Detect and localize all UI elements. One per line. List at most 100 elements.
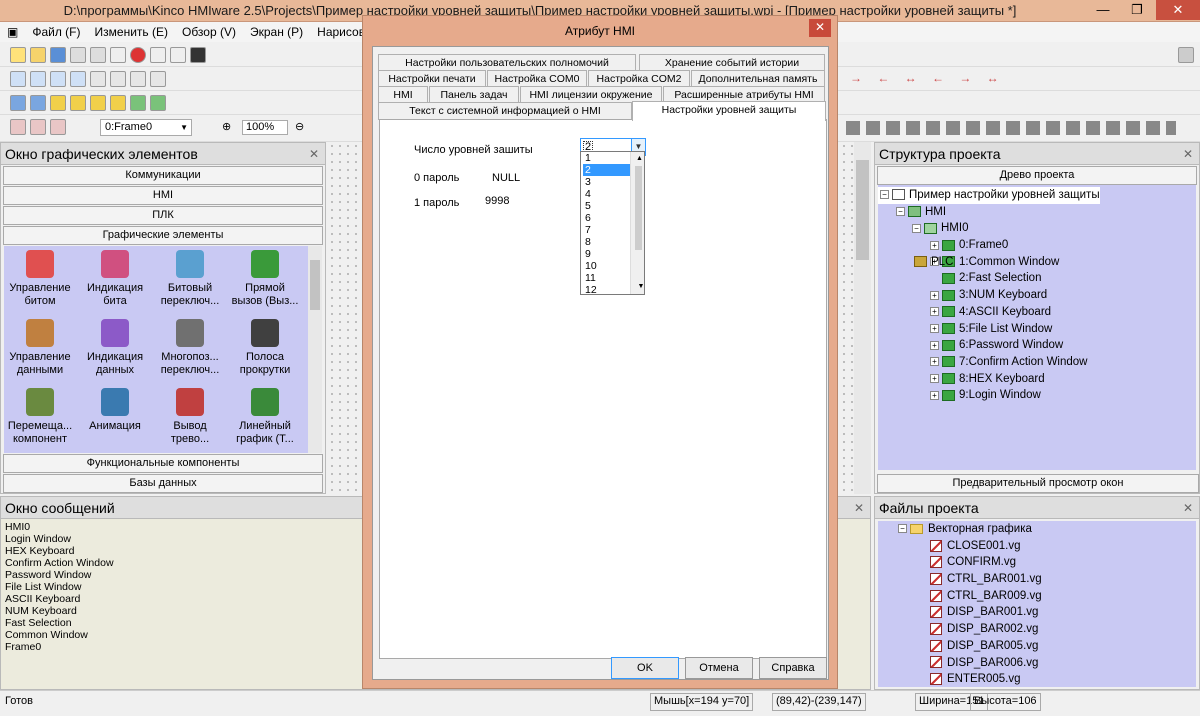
expand-icon[interactable]: + (930, 240, 939, 250)
tab-print-settings[interactable]: Настройки печати (378, 70, 486, 87)
collapse-icon[interactable]: − (898, 524, 907, 534)
category-databases[interactable]: Базы данных (3, 474, 323, 493)
tree-frame-item[interactable]: +0:Frame0 (878, 237, 1196, 254)
dropdown-option[interactable]: 12 (583, 284, 631, 296)
redo-icon[interactable] (170, 47, 186, 63)
zoom-select[interactable]: 100% (242, 120, 288, 135)
frame-tool-2-icon[interactable] (30, 119, 46, 135)
dropdown-option[interactable]: 11 (583, 272, 631, 284)
expand-icon[interactable]: + (930, 340, 939, 350)
file-item[interactable]: DISP_BAR001.vg (878, 604, 1196, 621)
element-animation[interactable]: Анимация (79, 388, 151, 433)
dropdown-option[interactable]: 2 (583, 164, 631, 176)
element-tool-4-icon[interactable] (70, 95, 86, 111)
file-item[interactable]: CLOSE001.vg (878, 538, 1196, 555)
scroll-up-icon[interactable]: ▲ (633, 152, 644, 166)
dialog-close-button[interactable]: ✕ (809, 19, 831, 37)
file-item[interactable]: ENTER005.vg (878, 671, 1196, 688)
menu-edit[interactable]: Изменить (E) (88, 22, 175, 42)
tab-system-info-text[interactable]: Текст с системной информацией о HMI (378, 102, 632, 120)
element-direct-call[interactable]: Прямой вызов (Выз... (229, 250, 301, 308)
align-left-icon[interactable] (10, 71, 26, 87)
tree-frame-item[interactable]: +7:Confirm Action Window (878, 354, 1196, 371)
element-tool-6-icon[interactable] (110, 95, 126, 111)
paste-icon[interactable] (110, 47, 126, 63)
expand-icon[interactable]: + (930, 374, 939, 384)
open-icon[interactable] (30, 47, 46, 63)
dropdown-option[interactable]: 3 (583, 176, 631, 188)
menu-screen[interactable]: Экран (P) (243, 22, 310, 42)
new-icon[interactable] (10, 47, 26, 63)
category-hmi[interactable]: HMI (3, 186, 323, 205)
tree-frame-item[interactable]: 2:Fast Selection (878, 270, 1196, 287)
element-tool-8-icon[interactable] (150, 95, 166, 111)
zoom-in-icon[interactable]: ⊕ (222, 120, 231, 133)
menu-file[interactable]: Файл (F) (25, 22, 87, 42)
dropdown-option[interactable]: 5 (583, 200, 631, 212)
align-top-icon[interactable] (50, 71, 66, 87)
category-function-components[interactable]: Функциональные компоненты (3, 454, 323, 473)
element-tool-2-icon[interactable] (30, 95, 46, 111)
tree-frame-item[interactable]: +4:ASCII Keyboard (878, 304, 1196, 321)
tab-window-preview[interactable]: Предварительный просмотр окон (877, 474, 1199, 493)
save-icon[interactable] (50, 47, 66, 63)
same-width-icon[interactable] (130, 71, 146, 87)
cut-icon[interactable] (70, 47, 86, 63)
frame-select[interactable]: 0:Frame0 ▼ (100, 119, 192, 136)
maximize-button[interactable]: ❐ (1120, 0, 1154, 20)
tree-plc[interactable]: PLC (878, 254, 1196, 271)
canvas-scrollbar[interactable] (854, 142, 871, 494)
element-scrollbar[interactable]: Полоса прокрутки (229, 319, 301, 377)
element-bit-control[interactable]: Управление битом (4, 250, 76, 308)
element-move-component[interactable]: Перемеща... компонент (4, 388, 76, 446)
close-icon[interactable]: ✕ (854, 497, 864, 519)
password-1-input[interactable]: 9998 (482, 191, 578, 210)
scroll-down-icon[interactable]: ▼ (633, 280, 647, 294)
delete-icon[interactable] (130, 47, 146, 63)
tab-event-history[interactable]: Хранение событий истории (639, 54, 825, 71)
category-plc[interactable]: ПЛК (3, 206, 323, 225)
collapse-icon[interactable]: − (912, 223, 921, 233)
file-item[interactable]: CONFIRM.vg (878, 554, 1196, 571)
help-button[interactable]: Справка (759, 657, 827, 679)
tab-hmi[interactable]: HMI (378, 86, 428, 103)
expand-icon[interactable]: + (930, 323, 939, 333)
collapse-icon[interactable]: − (896, 207, 905, 217)
tree-frame-item[interactable]: +9:Login Window (878, 387, 1196, 404)
expand-icon[interactable]: + (930, 357, 939, 367)
file-item[interactable]: DISP_BAR005.vg (878, 638, 1196, 655)
menu-view[interactable]: Обзор (V) (175, 22, 243, 42)
copy-icon[interactable] (90, 47, 106, 63)
tab-com2[interactable]: Настройка COM2 (588, 70, 690, 87)
expand-icon[interactable]: + (930, 390, 939, 400)
expand-icon[interactable]: + (930, 307, 939, 317)
tree-frame-item[interactable]: +3:NUM Keyboard (878, 287, 1196, 304)
file-item[interactable]: DISP_BAR002.vg (878, 621, 1196, 638)
close-icon[interactable]: ✕ (1183, 143, 1193, 165)
dropdown-option[interactable]: 10 (583, 260, 631, 272)
dropdown-scrollbar[interactable]: ▲ ▼ (630, 152, 644, 294)
tab-com0[interactable]: Настройка COM0 (487, 70, 587, 87)
close-icon[interactable]: ✕ (309, 143, 319, 165)
icons-scrollbar[interactable] (308, 246, 322, 453)
dropdown-option[interactable]: 1 (583, 152, 631, 164)
element-tool-1-icon[interactable] (10, 95, 26, 111)
element-alarm-output[interactable]: Вывод трево... (154, 388, 226, 446)
element-line-chart[interactable]: Линейный график (Т... (229, 388, 301, 446)
dropdown-option[interactable]: 9 (583, 248, 631, 260)
element-tool-3-icon[interactable] (50, 95, 66, 111)
dropdown-option[interactable]: 4 (583, 188, 631, 200)
zoom-out-icon[interactable]: ⊖ (295, 120, 304, 133)
file-item[interactable]: DISP_BAR006.vg (878, 655, 1196, 672)
align-right-icon[interactable] (30, 71, 46, 87)
dropdown-option[interactable]: 6 (583, 212, 631, 224)
tab-user-permissions[interactable]: Настройки пользовательских полномочий (378, 54, 636, 71)
tab-project-tree[interactable]: Древо проекта (877, 166, 1197, 185)
align-bottom-icon[interactable] (70, 71, 86, 87)
file-item[interactable]: CTRL_BAR001.vg (878, 571, 1196, 588)
tab-protection-levels[interactable]: Настройки уровней защиты (632, 101, 826, 121)
same-height-icon[interactable] (150, 71, 166, 87)
dropdown-option[interactable]: 8 (583, 236, 631, 248)
close-icon[interactable]: ✕ (1183, 497, 1193, 519)
tree-frame-item[interactable]: +5:File List Window (878, 321, 1196, 338)
